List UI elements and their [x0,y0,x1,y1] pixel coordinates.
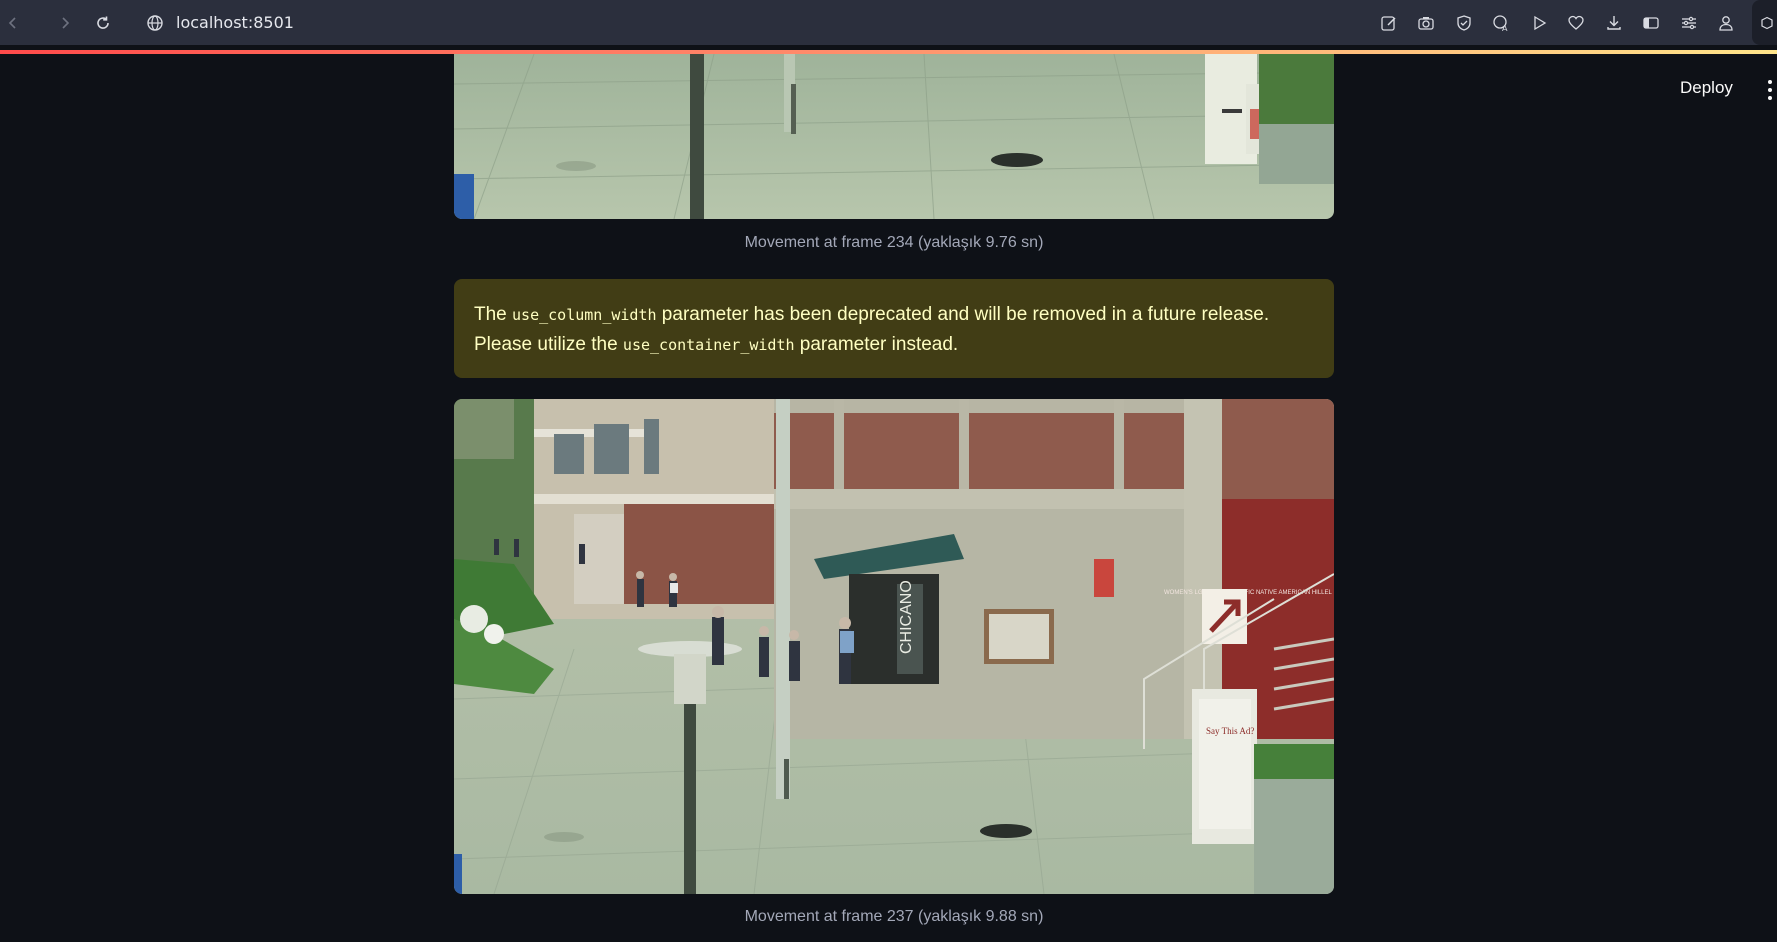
deprecation-warning: The use_column_width parameter has been … [454,279,1334,378]
globe-icon[interactable] [146,14,164,32]
forward-icon[interactable] [52,10,78,36]
play-icon[interactable] [1520,0,1558,45]
frame-image [454,54,1334,219]
wall-sign: WOMEN'S LGBT ASIAN PACIFIC NATIVE AMERIC… [1164,590,1333,596]
profile-icon[interactable] [1708,0,1746,45]
download-icon[interactable] [1595,0,1633,45]
warning-code-old-param: use_column_width [512,306,657,324]
warning-text: parameter instead. [794,334,959,355]
edit-icon[interactable] [1370,0,1408,45]
sidebar-icon[interactable] [1633,0,1671,45]
camera-icon[interactable] [1408,0,1446,45]
shield-icon[interactable] [1445,0,1483,45]
deploy-button[interactable]: Deploy [1680,78,1733,98]
warning-text: The [474,304,513,325]
building-sign: CHICANO [898,580,915,654]
heart-icon[interactable] [1558,0,1596,45]
svg-text:A: A [1502,24,1508,32]
kiosk-sign: Say This Ad? [1206,726,1254,736]
browser-toolbar: localhost:8501 A [0,0,1777,45]
main-menu-icon[interactable] [1766,80,1774,100]
frame-caption: Movement at frame 234 (yaklaşık 9.76 sn) [744,234,1044,251]
url-field[interactable]: localhost:8501 [176,13,294,32]
browser-extensions: A [1370,0,1745,45]
frame-caption: Movement at frame 237 (yaklaşık 9.88 sn) [744,908,1044,925]
translate-icon[interactable]: A [1483,0,1521,45]
frame-image: CHICANO WOMEN'S LGBT ASIAN PACIFIC NATIV… [454,399,1334,894]
extension-icon[interactable] [1752,0,1777,45]
settings-icon[interactable] [1670,0,1708,45]
back-icon[interactable] [0,10,26,36]
warning-code-new-param: use_container_width [622,336,795,354]
reload-icon[interactable] [90,10,116,36]
